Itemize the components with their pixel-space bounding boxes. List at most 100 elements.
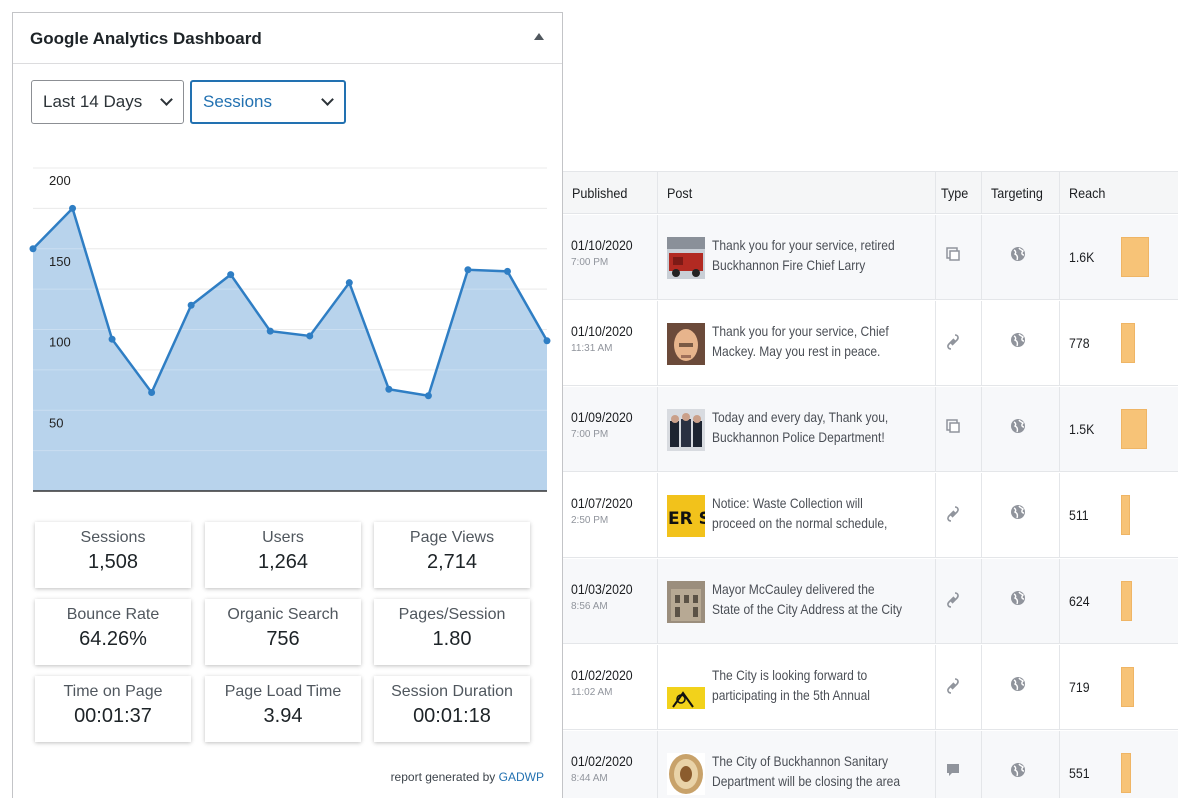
reach-bar [1121,753,1131,793]
post-date: 01/09/2020 [571,409,633,425]
kpi-label: Time on Page [63,683,163,700]
post-time: 11:02 AM [571,687,613,698]
data-point[interactable] [464,266,472,274]
kpi-time-on-page: Time on Page 00:01:37 [35,676,191,742]
post-text[interactable]: The City of Buckhannon Sanitary Departmen… [712,751,901,791]
thumbnail-image: ER S [667,495,705,537]
reach-bar [1121,495,1130,535]
thumbnail-image [667,409,705,451]
data-point[interactable] [227,271,235,279]
table-row[interactable]: 01/10/2020 7:00 PM Thank you for your serv… [563,215,1178,300]
data-point[interactable] [266,327,274,335]
post-text-line: Notice: Waste Collection will [712,495,863,511]
post-date: 01/10/2020 [571,323,633,339]
gadwp-link[interactable]: GADWP [499,770,544,784]
post-date: 01/07/2020 [571,495,633,511]
table-row[interactable]: 01/03/2020 8:56 AM Mayor McCauley delivere… [563,559,1178,644]
post-text-line: The City is looking forward to [712,667,868,683]
kpi-value: 00:01:18 [413,705,491,727]
table-row[interactable]: 01/10/2020 11:31 AM Thank you for your ser… [563,301,1178,386]
status-icon [946,763,960,782]
post-text[interactable]: Thank you for your service, Chief Mackey.… [712,321,901,361]
globe-icon [1010,332,1026,353]
globe-icon [1010,246,1026,267]
post-thumbnail[interactable] [667,667,705,709]
reach-value: 719 [1069,679,1090,695]
post-thumbnail[interactable] [667,581,705,623]
kpi-value: 00:01:37 [74,705,152,727]
kpi-session-duration: Session Duration 00:01:18 [374,676,530,742]
data-point[interactable] [306,332,314,340]
post-text-line: proceed on the normal schedule, [712,515,888,531]
col-reach[interactable]: Reach [1069,185,1105,201]
thumbnail-image [667,753,705,795]
kpi-value: 756 [266,628,300,650]
post-text-line: Mackey. May you rest in peace. [712,343,881,359]
kpi-value: 2,714 [426,551,478,573]
thumbnail-image [667,667,705,709]
post-date: 01/02/2020 [571,667,633,683]
post-time: 2:50 PM [571,515,609,526]
metric-select[interactable]: Sessions [190,80,346,124]
data-point[interactable] [69,204,77,212]
report-footer: report generated by GADWP [391,770,544,784]
post-thumbnail[interactable] [667,753,705,795]
data-point[interactable] [108,335,116,343]
post-text-line: The City of Buckhannon Sanitary [712,753,889,769]
table-header: Published Post Type Targeting Reach [563,171,1178,214]
col-type[interactable]: Type [941,185,968,201]
y-tick-label: 200 [49,173,71,188]
data-point[interactable] [543,337,551,345]
kpi-value: 1.80 [432,628,472,650]
col-targeting[interactable]: Targeting [991,185,1043,201]
table-row[interactable]: 01/02/2020 8:44 AM The City of Buckhannon … [563,731,1178,798]
post-thumbnail[interactable]: ER S [667,495,705,537]
kpi-label: Organic Search [227,606,339,623]
post-text-line: Mayor McCauley delivered the [712,581,875,597]
post-text[interactable]: Today and every day, Thank you, Buckhanno… [712,407,901,447]
data-point[interactable] [29,245,37,253]
post-text[interactable]: Thank you for your service, retired Buckh… [712,235,901,275]
post-time: 11:31 AM [571,343,613,354]
reach-bar [1121,323,1135,363]
kpi-sessions: Sessions 1,508 [35,522,191,588]
y-tick-label: 150 [49,254,71,269]
reach-bar [1121,409,1147,449]
post-text[interactable]: Notice: Waste Collection will proceed on … [712,493,901,533]
kpi-label: Bounce Rate [66,606,160,623]
reach-value: 778 [1069,335,1090,351]
col-published[interactable]: Published [572,185,627,201]
post-thumbnail[interactable] [667,237,705,279]
period-select[interactable]: Last 14 Days [31,80,184,124]
data-point[interactable] [503,267,511,275]
post-text[interactable]: Mayor McCauley delivered the State of the… [712,579,902,619]
widget-header[interactable]: Google Analytics Dashboard [13,13,562,64]
post-text[interactable]: The City is looking forward to participat… [712,665,901,705]
col-post[interactable]: Post [667,185,692,201]
collapse-arrow-icon[interactable] [534,33,544,40]
table-row[interactable]: 01/02/2020 11:02 AM The City is looking fo… [563,645,1178,730]
svg-text:ER S: ER S [668,509,705,529]
table-row[interactable]: 01/09/2020 7:00 PM Today and every day, Th… [563,387,1178,472]
sessions-area [33,208,547,491]
data-point[interactable] [187,301,195,309]
footer-text: report generated by [390,770,496,784]
link-icon [946,505,960,528]
globe-icon [1010,418,1026,439]
analytics-widget: Google Analytics Dashboard Last 14 Days … [12,12,563,798]
kpi-label: Session Duration [391,683,513,700]
data-point[interactable] [385,385,393,393]
reach-value: 511 [1069,507,1089,523]
post-thumbnail[interactable] [667,323,705,365]
table-row[interactable]: 01/07/2020 2:50 PM ER S Notice: Waste Colle… [563,473,1178,558]
data-point[interactable] [148,388,156,396]
metric-select-value: Sessions [203,92,272,111]
album-icon [946,419,960,438]
post-thumbnail[interactable] [667,409,705,451]
thumbnail-image [667,237,705,279]
globe-icon [1010,504,1026,525]
data-point[interactable] [424,392,432,400]
link-icon [946,677,960,700]
data-point[interactable] [345,279,353,287]
chevron-down-icon [160,93,173,106]
